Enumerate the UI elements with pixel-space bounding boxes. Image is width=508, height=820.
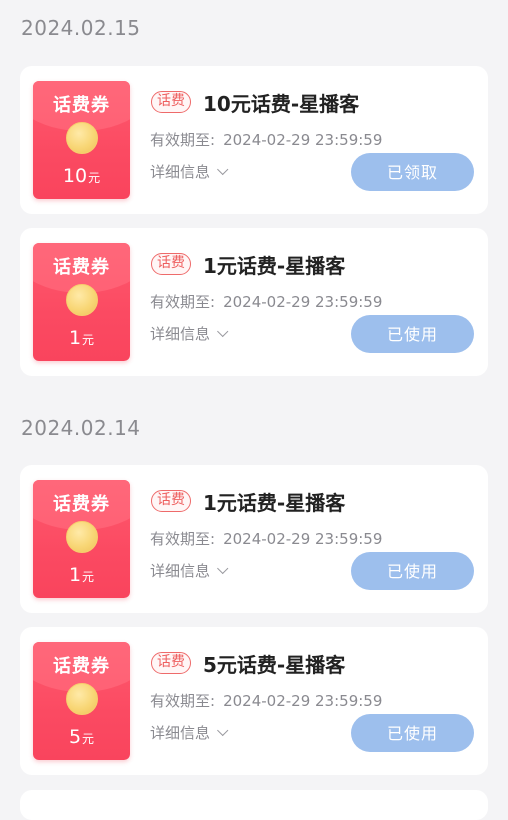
status-button[interactable]: 已使用 — [351, 315, 474, 353]
category-tag: 话费 — [151, 91, 191, 113]
chevron-down-icon — [217, 562, 229, 575]
category-tag: 话费 — [151, 490, 191, 512]
voucher-image: 话费券 1元 — [33, 243, 130, 361]
expiry-value: 2024-02-29 23:59:59 — [223, 131, 383, 149]
amount-value: 1 — [68, 564, 82, 586]
amount-value: 10 — [62, 165, 88, 187]
voucher-amount: 1元 — [33, 327, 130, 349]
expiry-label: 有效期至: — [150, 131, 216, 149]
voucher-title: 话费券 — [53, 257, 110, 278]
amount-unit: 元 — [88, 171, 101, 185]
expiry-value: 2024-02-29 23:59:59 — [223, 293, 383, 311]
group-date: 2024.02.15 — [21, 16, 141, 40]
expiry-value: 2024-02-29 23:59:59 — [223, 692, 383, 710]
amount-unit: 元 — [82, 732, 95, 746]
coupon-card[interactable]: 话费券 1元 话费 1元话费-星播客 有效期至: 2024-02-29 23:59… — [20, 465, 488, 613]
voucher-amount: 10元 — [33, 165, 130, 187]
coupon-card-partial[interactable] — [20, 790, 488, 820]
expiry-label: 有效期至: — [150, 692, 216, 710]
status-button[interactable]: 已使用 — [351, 552, 474, 590]
detail-toggle[interactable]: 详细信息 — [150, 560, 229, 581]
voucher-amount: 1元 — [33, 564, 130, 586]
group-date: 2024.02.14 — [21, 416, 141, 440]
coupon-card[interactable]: 话费券 5元 话费 5元话费-星播客 有效期至: 2024-02-29 23:59… — [20, 627, 488, 775]
expiry-label: 有效期至: — [150, 530, 216, 548]
expiry-text: 有效期至: 2024-02-29 23:59:59 — [150, 291, 382, 312]
amount-value: 1 — [68, 327, 82, 349]
expiry-text: 有效期至: 2024-02-29 23:59:59 — [150, 129, 382, 150]
voucher-image: 话费券 10元 — [33, 81, 130, 199]
coupon-card[interactable]: 话费券 10元 话费 10元话费-星播客 有效期至: 2024-02-29 23:… — [20, 66, 488, 214]
voucher-image: 话费券 5元 — [33, 642, 130, 760]
voucher-image: 话费券 1元 — [33, 480, 130, 598]
chevron-down-icon — [217, 724, 229, 737]
status-button[interactable]: 已使用 — [351, 714, 474, 752]
coupon-name: 10元话费-星播客 — [203, 92, 360, 116]
category-tag: 话费 — [151, 652, 191, 674]
coupon-name: 1元话费-星播客 — [203, 254, 346, 278]
detail-label: 详细信息 — [150, 163, 211, 181]
category-tag: 话费 — [151, 253, 191, 275]
coin-icon — [66, 122, 98, 154]
voucher-title: 话费券 — [53, 95, 110, 116]
coupon-name: 1元话费-星播客 — [203, 491, 346, 515]
detail-label: 详细信息 — [150, 562, 211, 580]
chevron-down-icon — [217, 163, 229, 176]
expiry-text: 有效期至: 2024-02-29 23:59:59 — [150, 690, 382, 711]
amount-value: 5 — [68, 726, 82, 748]
chevron-down-icon — [217, 325, 229, 338]
coin-icon — [66, 683, 98, 715]
voucher-amount: 5元 — [33, 726, 130, 748]
amount-unit: 元 — [82, 333, 95, 347]
coupon-name: 5元话费-星播客 — [203, 653, 346, 677]
status-button[interactable]: 已领取 — [351, 153, 474, 191]
amount-unit: 元 — [82, 570, 95, 584]
expiry-label: 有效期至: — [150, 293, 216, 311]
coupon-card[interactable]: 话费券 1元 话费 1元话费-星播客 有效期至: 2024-02-29 23:59… — [20, 228, 488, 376]
detail-toggle[interactable]: 详细信息 — [150, 323, 229, 344]
expiry-value: 2024-02-29 23:59:59 — [223, 530, 383, 548]
detail-toggle[interactable]: 详细信息 — [150, 722, 229, 743]
detail-toggle[interactable]: 详细信息 — [150, 161, 229, 182]
coin-icon — [66, 284, 98, 316]
voucher-title: 话费券 — [53, 656, 110, 677]
voucher-title: 话费券 — [53, 494, 110, 515]
detail-label: 详细信息 — [150, 325, 211, 343]
coin-icon — [66, 521, 98, 553]
expiry-text: 有效期至: 2024-02-29 23:59:59 — [150, 528, 382, 549]
detail-label: 详细信息 — [150, 724, 211, 742]
